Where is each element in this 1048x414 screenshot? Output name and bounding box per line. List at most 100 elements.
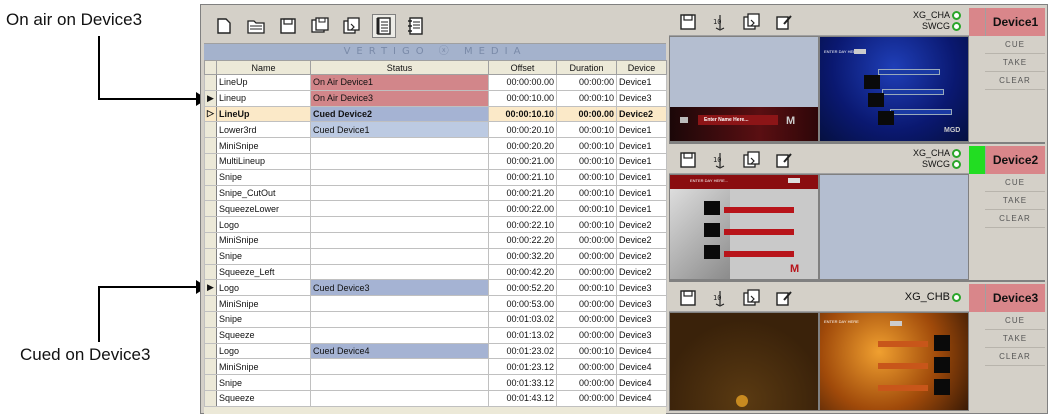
properties-icon[interactable] [404,14,428,38]
save-icon[interactable] [677,12,699,32]
table-row[interactable]: Snipe 00:01:33.12 00:00:00 Device4 [204,374,667,391]
tally-led-icon [952,160,961,170]
save-icon[interactable] [677,150,699,170]
cell-status [310,374,489,391]
table-row[interactable]: MiniSnipe 00:00:53.00 00:00:00 Device3 [204,295,667,312]
table-row[interactable]: Logo 00:00:22.10 00:00:10 Device2 [204,216,667,233]
cell-offset: 00:00:22.00 [488,200,557,218]
cell-offset: 00:00:10.00 [488,89,557,107]
cell-duration: 00:00:00 [556,310,617,328]
cell-name: Lineup [216,89,311,107]
copy-icon[interactable] [741,150,763,170]
take-button[interactable]: TAKE [985,330,1045,348]
clear-button[interactable]: CLEAR [985,210,1045,228]
cue-button[interactable]: CUE [985,36,1045,54]
save-icon[interactable] [677,288,699,308]
edit-icon[interactable] [773,150,795,170]
edit-icon[interactable] [773,288,795,308]
cell-name: SqueezeLower [216,200,311,218]
cell-duration: 00:00:00 [556,247,617,265]
cell-device: Device3 [616,326,667,344]
save-icon[interactable] [276,14,300,38]
table-row[interactable]: Snipe_CutOut 00:00:21.20 00:00:10 Device1 [204,184,667,202]
column-header-device[interactable]: Device [616,60,667,75]
tally-channel-label: XG_CHB [904,291,950,303]
copy-icon[interactable] [741,12,763,32]
column-header-status[interactable]: Status [310,60,489,75]
table-row[interactable]: Snipe 00:00:32.20 00:00:00 Device2 [204,247,667,265]
preview-monitor: ENTER DAY HERE [819,312,969,411]
cue-button[interactable]: CUE [985,312,1045,330]
row-indicator-icon: ▷ [204,105,217,123]
cell-status [310,137,489,154]
playout-application-window: VERTIGO ⓧ MEDIA Name Status Offset Durat… [200,4,1048,414]
take-button[interactable]: TAKE [985,54,1045,72]
column-header-offset[interactable]: Offset [488,60,557,75]
table-row[interactable]: Lower3rd Cued Device1 00:00:20.10 00:00:10 D… [204,121,667,139]
table-row[interactable]: Logo Cued Device4 00:01:23.02 00:00:10 Devic… [204,342,667,360]
cell-status: Cued Device2 [310,105,489,123]
table-row[interactable]: Squeeze 00:01:13.02 00:00:00 Device3 [204,326,667,344]
cell-status: On Air Device3 [310,89,489,107]
table-empty-area [204,406,666,414]
tally-led-icon [952,22,961,32]
new-playlist-icon[interactable] [212,14,236,38]
table-row[interactable]: MiniSnipe 00:01:23.12 00:00:00 Device4 [204,358,667,376]
edit-icon[interactable] [773,12,795,32]
table-row[interactable]: ▶ Logo Cued Device3 00:00:52.20 00:00:10 Devi… [204,279,667,297]
take-button[interactable]: TAKE [985,192,1045,210]
clear-button[interactable]: CLEAR [985,72,1045,90]
preview-monitor: ENTER DAY HERE... MGD [819,36,969,142]
row-indicator-icon [204,389,217,407]
copy-icon[interactable] [741,288,763,308]
cell-status [310,216,489,233]
table-row[interactable]: MiniSnipe 00:00:20.20 00:00:10 Device1 [204,137,667,154]
cell-status [310,358,489,376]
cell-name: LineUp [216,105,311,123]
row-indicator-icon: ▶ [204,89,217,107]
table-row[interactable]: ▷ LineUp Cued Device2 00:00:10.10 00:00.00 De… [204,105,667,123]
timecode-icon[interactable]: 10 [709,288,731,308]
cell-device: Device2 [616,247,667,265]
timecode-icon[interactable]: 10 [709,12,731,32]
device-name: Device1 [985,8,1045,36]
onair-annotation: On air on Device3 [6,10,143,29]
table-row[interactable]: MultiLineup 00:00:21.00 00:00:10 Device1 [204,152,667,170]
cell-name: Logo [216,279,311,297]
cell-duration: 00:00:00 [556,231,617,249]
preview-monitor [819,174,969,280]
table-row[interactable]: Snipe 00:01:03.02 00:00:00 Device3 [204,310,667,328]
table-row[interactable]: SqueezeLower 00:00:22.00 00:00:10 Device1 [204,200,667,218]
playlist-view-icon[interactable] [372,13,396,38]
cell-device: Device3 [616,310,667,328]
column-header-duration[interactable]: Duration [556,60,617,75]
program-preview [669,312,819,411]
cell-duration: 00:00:10 [556,279,617,297]
cue-button[interactable]: CUE [985,174,1045,192]
cell-offset: 00:00:53.00 [488,295,557,312]
cell-name: MiniSnipe [216,231,311,249]
clear-button[interactable]: CLEAR [985,348,1045,366]
save-as-icon[interactable] [308,14,332,38]
table-row[interactable]: MiniSnipe 00:00:22.20 00:00:00 Device2 [204,231,667,249]
row-indicator-icon: ▶ [204,279,217,297]
table-row[interactable]: Squeeze_Left 00:00:42.20 00:00:00 Device2 [204,263,667,281]
onair-arrow-vertical [98,36,100,100]
table-row[interactable]: ▶ Lineup On Air Device3 00:00:10.00 00:00:10… [204,89,667,107]
cell-status [310,310,489,328]
open-folder-icon[interactable] [244,14,268,38]
table-row[interactable]: LineUp On Air Device1 00:00:00.00 00:00:00 D… [204,74,667,91]
table-row[interactable]: Snipe 00:00:21.10 00:00:10 Device1 [204,168,667,186]
tally-led-icon [952,149,961,159]
playlist-table: Name Status Offset Duration Device LineU… [204,60,667,407]
table-row[interactable]: Squeeze 00:01:43.12 00:00:00 Device4 [204,389,667,407]
channel-tally: XG_CHA SWCG [913,10,961,32]
cell-device: Device1 [616,152,667,170]
column-header-name[interactable]: Name [216,60,311,75]
cued-annotation: Cued on Device3 [20,345,151,364]
copy-icon[interactable] [340,14,364,38]
timecode-icon[interactable]: 10 [709,150,731,170]
cell-name: Squeeze [216,389,311,407]
row-indicator-icon [204,152,217,170]
cell-name: Lower3rd [216,121,311,139]
